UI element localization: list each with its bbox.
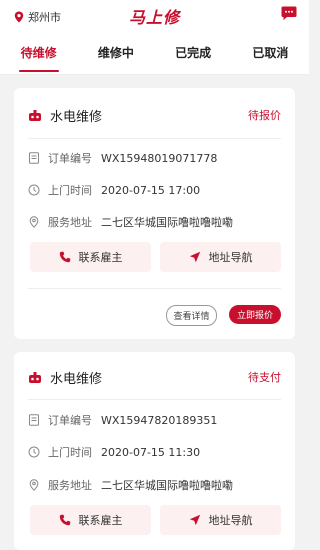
- address-label: 服务地址: [48, 479, 92, 492]
- document-icon: [29, 152, 39, 164]
- order-number-label: 订单编号: [48, 152, 92, 165]
- contact-employer-label: 联系雇主: [78, 251, 123, 264]
- visit-time-row: 上门时间 2020-07-15 17:00: [28, 182, 200, 198]
- tab-completed[interactable]: 已完成: [171, 44, 215, 61]
- visit-time-value: 2020-07-15 17:00: [101, 183, 201, 197]
- contact-employer-button[interactable]: 联系雇主: [30, 242, 151, 272]
- brand-logo: 马上修: [128, 8, 180, 27]
- navigation-arrow-icon: [189, 514, 200, 526]
- address-navigation-label: 地址导航: [208, 514, 253, 527]
- order-number-value: WX15947820189351: [101, 413, 218, 427]
- card-header: 水电维修: [28, 106, 102, 125]
- visit-time-label: 上门时间: [48, 446, 92, 459]
- divider: [28, 399, 281, 400]
- service-title: 水电维修: [50, 372, 103, 387]
- phone-icon: [59, 251, 70, 263]
- order-number-label: 订单编号: [48, 414, 92, 427]
- address-navigation-label: 地址导航: [208, 251, 253, 264]
- visit-time-row: 上门时间 2020-07-15 11:30: [28, 444, 200, 460]
- clock-icon: [28, 446, 40, 458]
- order-number-value: WX15948019071778: [101, 151, 218, 165]
- address-label: 服务地址: [48, 216, 92, 229]
- tab-pending-repair[interactable]: 待维修: [17, 44, 61, 72]
- address-navigation-button[interactable]: 地址导航: [160, 242, 281, 272]
- order-number-row: 订单编号 WX15948019071778: [28, 150, 217, 166]
- message-icon[interactable]: [281, 6, 297, 21]
- card-header: 水电维修: [28, 368, 102, 387]
- order-number-row: 订单编号 WX15947820189351: [28, 412, 217, 428]
- status-badge: 待报价: [248, 109, 281, 122]
- contact-employer-button[interactable]: 联系雇主: [30, 505, 151, 535]
- contact-employer-label: 联系雇主: [78, 514, 123, 527]
- order-card[interactable]: 水电维修 待报价 订单编号 WX15948019071778 上门时间 2020…: [14, 88, 295, 339]
- divider: [28, 288, 281, 289]
- visit-time-value: 2020-07-15 11:30: [101, 445, 201, 459]
- view-details-button[interactable]: 查看详情: [166, 305, 217, 326]
- map-pin-icon: [29, 216, 39, 228]
- map-pin-icon: [29, 479, 39, 491]
- document-icon: [29, 414, 39, 426]
- address-value: 二七区华城国际噜啦噜啦嘞: [101, 216, 233, 229]
- order-card[interactable]: 水电维修 待支付 订单编号 WX15947820189351 上门时间 2020…: [14, 352, 295, 550]
- navigation-arrow-icon: [189, 251, 200, 263]
- repair-bot-icon: [29, 109, 41, 121]
- top-bar: 郑州市 马上修: [0, 0, 309, 30]
- clock-icon: [28, 184, 40, 196]
- status-badge: 待支付: [248, 371, 281, 384]
- address-navigation-button[interactable]: 地址导航: [160, 505, 281, 535]
- tab-in-repair[interactable]: 维修中: [94, 44, 138, 61]
- tab-cancelled[interactable]: 已取消: [248, 44, 292, 61]
- phone-icon: [59, 514, 70, 526]
- visit-time-label: 上门时间: [48, 184, 92, 197]
- address-row: 服务地址 二七区华城国际噜啦噜啦嘞: [28, 214, 233, 230]
- service-title: 水电维修: [50, 110, 103, 125]
- quote-now-button[interactable]: 立即报价: [229, 305, 281, 324]
- address-row: 服务地址 二七区华城国际噜啦噜啦嘞: [28, 477, 233, 493]
- status-tabs: 待维修 维修中 已完成 已取消: [0, 30, 309, 75]
- address-value: 二七区华城国际噜啦噜啦嘞: [101, 479, 233, 492]
- repair-bot-icon: [29, 371, 41, 383]
- divider: [28, 138, 281, 139]
